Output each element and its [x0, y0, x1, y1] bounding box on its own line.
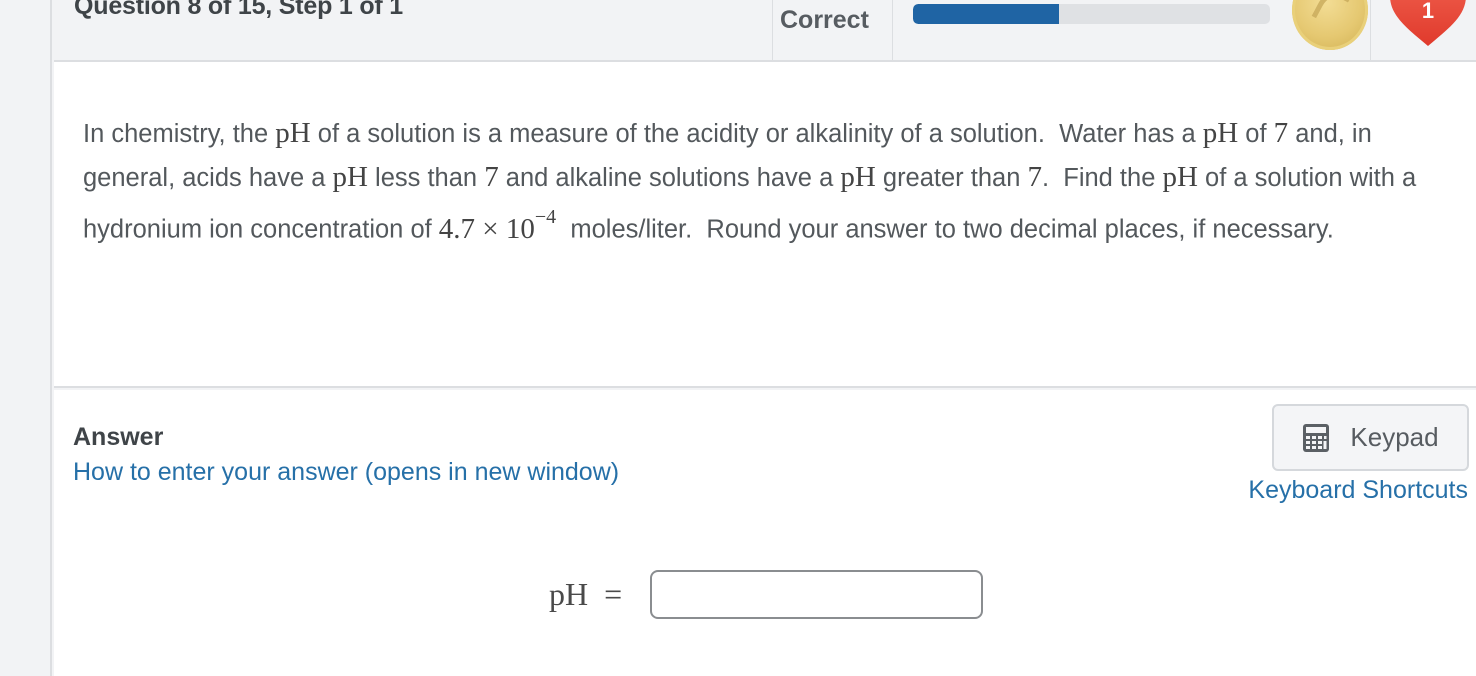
math-exponent: −4: [534, 206, 557, 228]
ph-answer-input[interactable]: [650, 570, 983, 619]
question-text-segment: and alkaline solutions have a: [498, 164, 841, 192]
question-text: In chemistry, the pH of a solution is a …: [83, 112, 1453, 252]
how-to-enter-answer-link[interactable]: How to enter your answer (opens in new w…: [73, 458, 619, 487]
math-expression: 7: [1273, 117, 1289, 149]
question-text-segment: moles/liter. Round your answer to two de…: [556, 215, 1334, 244]
left-rail: [0, 0, 52, 676]
math-expression: 7: [1027, 161, 1042, 193]
header-divider: [1370, 0, 1371, 60]
coin-icon[interactable]: [1292, 0, 1368, 50]
correct-label: Correct: [780, 6, 869, 34]
header-divider: [892, 0, 893, 60]
question-panel: In chemistry, the pH of a solution is a …: [54, 62, 1476, 388]
math-expression: pH: [275, 117, 311, 149]
question-text-segment: . Find the: [1041, 164, 1163, 192]
correct-progress-fill: [913, 4, 1060, 24]
question-text-segment: less than: [367, 164, 485, 192]
calculator-icon: [1303, 423, 1330, 452]
header-divider: [772, 0, 773, 60]
math-expression: pH: [1202, 117, 1239, 149]
lives-count: 1: [1421, 0, 1435, 23]
keypad-button[interactable]: Keypad: [1272, 404, 1469, 471]
math-expression: 4.7 × 10−4: [438, 206, 557, 245]
coin-mark: [1311, 0, 1351, 29]
answer-title: Answer: [73, 423, 164, 451]
math-expression: pH: [1162, 161, 1198, 193]
math-expression: pH: [332, 161, 368, 193]
answer-panel: Answer How to enter your answer (opens i…: [54, 390, 1476, 676]
heart-icon[interactable]: 1: [1388, 0, 1468, 48]
correct-progress-bar: [913, 4, 1270, 24]
question-text-segment: of: [1238, 120, 1274, 148]
equation-label: pH =: [549, 576, 623, 612]
math-expression: 7: [484, 161, 499, 193]
question-header: Question 8 of 15, Step 1 of 1 Correct 1: [54, 0, 1476, 62]
question-text-segment: greater than: [875, 164, 1028, 192]
keyboard-shortcuts-link[interactable]: Keyboard Shortcuts: [1248, 476, 1468, 505]
question-text-segment: of a solution is a measure of the acidit…: [310, 120, 1203, 148]
question-progress-title: Question 8 of 15, Step 1 of 1: [74, 0, 403, 20]
keypad-label: Keypad: [1350, 422, 1439, 452]
math-expression: pH: [840, 161, 876, 193]
question-text-segment: In chemistry, the: [83, 120, 276, 148]
